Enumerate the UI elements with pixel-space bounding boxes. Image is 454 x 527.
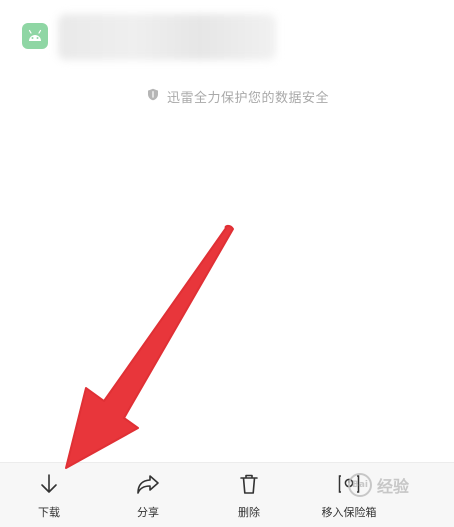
delete-label: 删除	[238, 506, 260, 519]
android-icon	[22, 23, 48, 49]
download-button[interactable]: 下载	[4, 471, 94, 523]
file-header	[0, 0, 454, 80]
download-arrow-icon	[36, 471, 62, 497]
share-arrow-icon	[135, 471, 161, 497]
shield-icon	[147, 88, 159, 105]
file-detail-screen: 迅雷全力保护您的数据安全 下载 分享 删除 移入保险箱 Bai 经验	[0, 0, 454, 527]
download-label: 下载	[38, 506, 60, 519]
delete-button[interactable]: 删除	[204, 471, 294, 523]
watermark-text: 经验	[377, 477, 410, 496]
watermark-badge: Bai	[348, 473, 372, 497]
file-name-blurred	[58, 14, 276, 60]
security-note-text: 迅雷全力保护您的数据安全	[167, 90, 330, 106]
share-button[interactable]: 分享	[103, 471, 193, 523]
security-note: 迅雷全力保护您的数据安全	[147, 86, 329, 106]
share-label: 分享	[137, 506, 159, 519]
trash-icon	[236, 471, 262, 497]
move-to-safe-label: 移入保险箱	[321, 506, 377, 519]
watermark: Bai 经验	[348, 473, 409, 497]
